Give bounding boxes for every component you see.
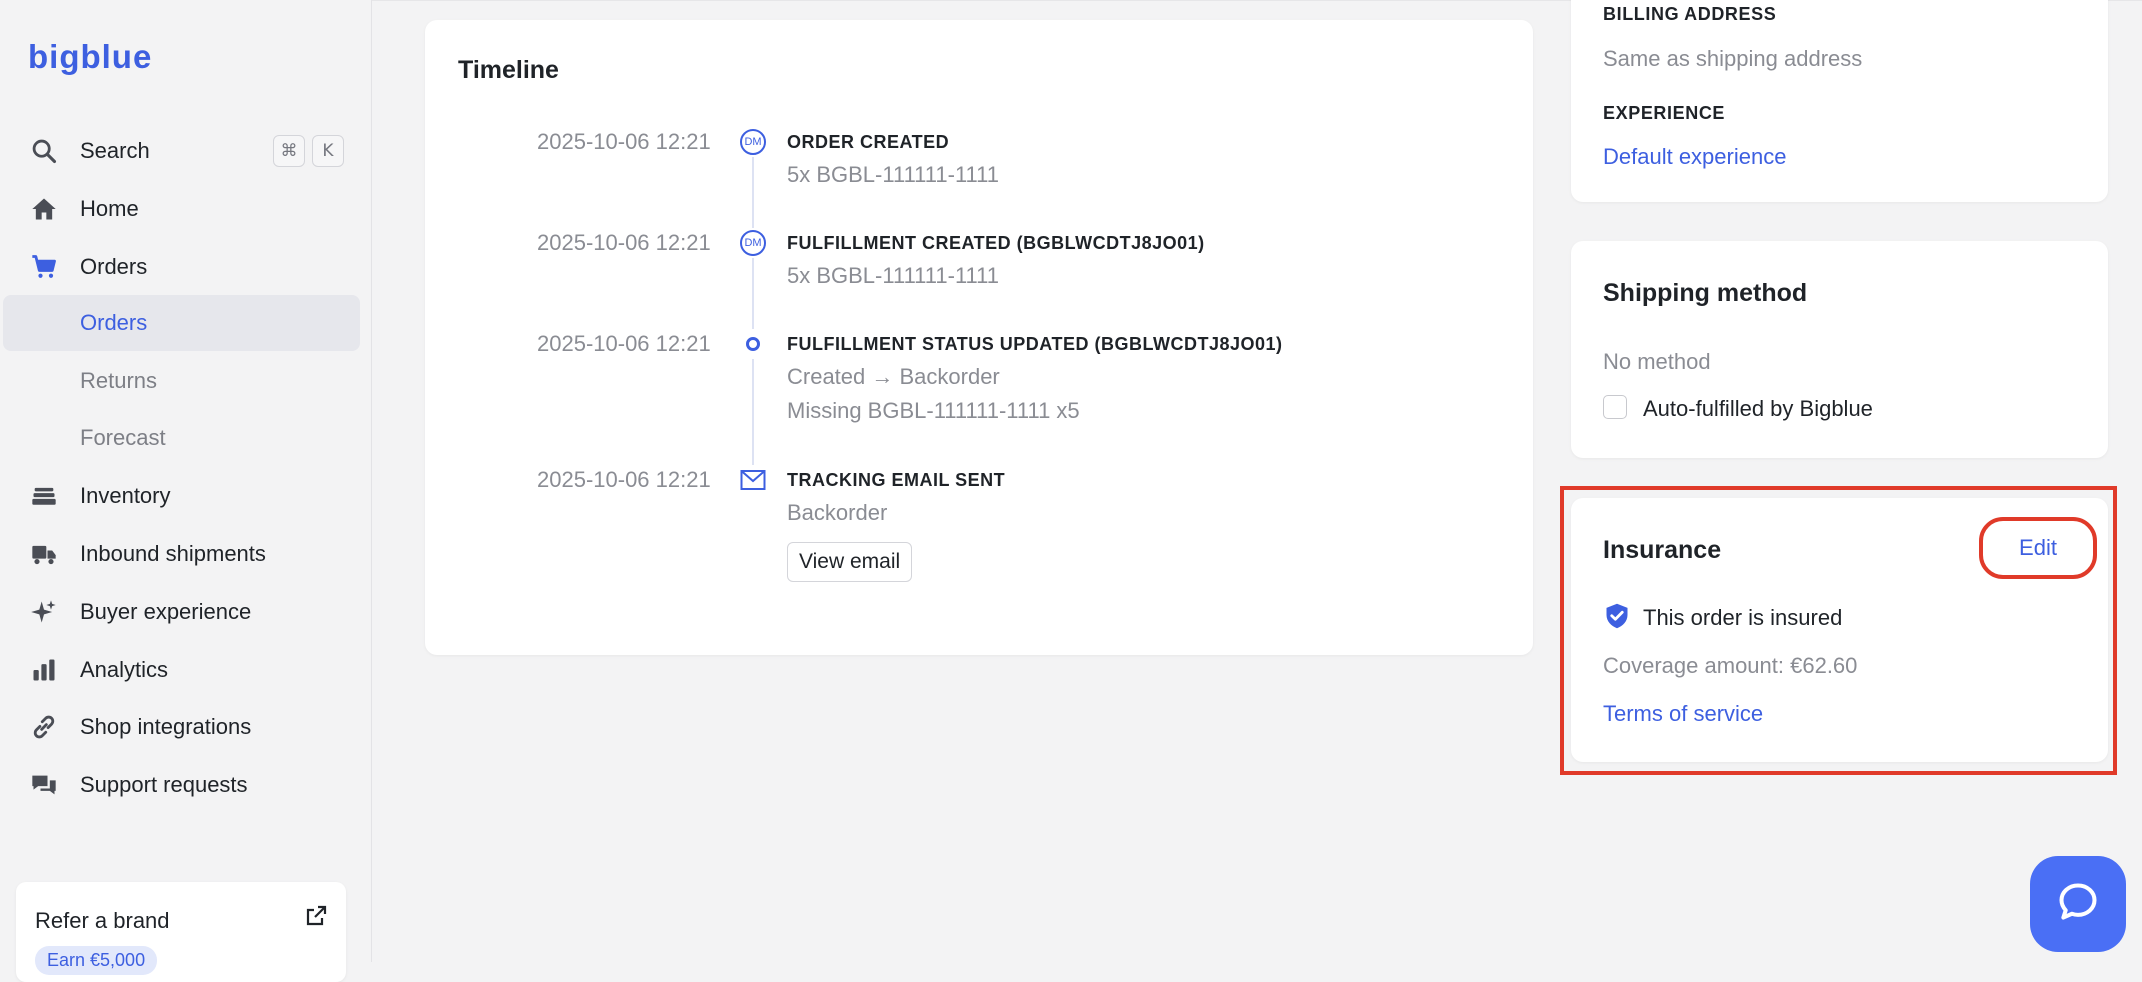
timeline-detail: Created → Backorder	[787, 364, 1000, 389]
refer-a-brand-card[interactable]: Refer a brand Earn €5,000	[16, 882, 346, 982]
shipping-method-card: Shipping method No method Auto-fulfilled…	[1571, 241, 2108, 458]
sidebar-item-label: Orders	[80, 254, 148, 279]
timeline-detail: 5x BGBL-111111-1111	[787, 162, 999, 187]
bar-chart-icon	[28, 654, 60, 686]
external-link-icon[interactable]	[304, 904, 328, 933]
timeline-heading: TRACKING EMAIL SENT	[787, 470, 1006, 490]
shortcut-k-key: K	[312, 135, 344, 167]
status-dot-marker	[738, 329, 768, 359]
default-experience-link[interactable]: Default experience	[1603, 144, 1786, 170]
support-chat-button[interactable]	[2030, 856, 2126, 952]
sidebar-item-label: Inbound shipments	[80, 541, 266, 566]
timeline-detail: Missing BGBL-111111-1111 x5	[787, 398, 1080, 423]
timeline-date: 2025-10-06 12:21	[537, 331, 711, 356]
sidebar-item-label: Home	[80, 196, 139, 221]
cart-icon	[28, 251, 60, 283]
bigblue-logo[interactable]: bigblue	[28, 38, 152, 76]
timeline-card: Timeline 2025-10-06 12:21 DM ORDER CREAT…	[425, 20, 1533, 655]
sparkle-icon	[28, 596, 60, 628]
sidebar-item-label: Shop integrations	[80, 714, 252, 739]
sidebar-item-label: Inventory	[80, 483, 171, 508]
chat-bubble-icon	[2056, 880, 2100, 929]
sidebar-item-buyer-experience[interactable]: Buyer experience	[3, 584, 360, 640]
user-avatar-marker: DM	[738, 228, 768, 258]
sidebar-item-search[interactable]: Search ⌘ K	[3, 123, 360, 179]
sidebar-subitem-forecast[interactable]: Forecast	[3, 410, 360, 466]
truck-icon	[28, 538, 60, 570]
mail-icon	[738, 465, 768, 495]
chat-bubbles-icon	[28, 769, 60, 801]
experience-label: EXPERIENCE	[1603, 103, 1726, 123]
timeline-title: Timeline	[458, 56, 559, 84]
sidebar-subitem-orders[interactable]: Orders	[3, 295, 360, 351]
sidebar-item-orders[interactable]: Orders	[3, 239, 360, 295]
shipping-method-title: Shipping method	[1603, 279, 1808, 307]
timeline-connector	[752, 152, 754, 482]
sidebar: bigblue Search ⌘ K Home Orders Orders Re…	[0, 0, 372, 982]
view-email-button[interactable]: View email	[787, 542, 913, 582]
sidebar-item-shop-integrations[interactable]: Shop integrations	[3, 699, 360, 755]
sidebar-item-label: Returns	[80, 368, 158, 393]
shortcut-cmd-key: ⌘	[273, 135, 305, 167]
user-avatar-marker: DM	[738, 127, 768, 157]
billing-card: BILLING ADDRESS Same as shipping address…	[1571, 0, 2108, 202]
link-icon	[28, 711, 60, 743]
refer-title: Refer a brand	[35, 908, 170, 933]
timeline-heading: ORDER CREATED	[787, 132, 950, 152]
home-icon	[28, 193, 60, 225]
sidebar-item-label: Analytics	[80, 657, 169, 682]
timeline-heading: FULFILLMENT STATUS UPDATED (BGBLWCDTJ8JO…	[787, 334, 1283, 354]
sidebar-item-label: Support requests	[80, 772, 248, 797]
sidebar-item-label: Orders	[80, 310, 148, 335]
timeline-date: 2025-10-06 12:21	[537, 230, 711, 255]
sidebar-item-support-requests[interactable]: Support requests	[3, 757, 360, 813]
sidebar-item-label: Forecast	[80, 425, 166, 450]
sidebar-item-analytics[interactable]: Analytics	[3, 642, 360, 698]
billing-address-value: Same as shipping address	[1603, 46, 1863, 71]
auto-fulfilled-label[interactable]: Auto-fulfilled by Bigblue	[1643, 396, 1873, 422]
insurance-edit-button[interactable]: Edit	[1979, 517, 2097, 579]
sidebar-item-label: Buyer experience	[80, 599, 252, 624]
billing-address-label: BILLING ADDRESS	[1603, 4, 1777, 24]
inventory-icon	[28, 480, 60, 512]
sidebar-item-home[interactable]: Home	[3, 181, 360, 237]
shipping-method-value: No method	[1603, 349, 1711, 374]
timeline-date: 2025-10-06 12:21	[537, 467, 711, 492]
auto-fulfilled-checkbox[interactable]	[1603, 395, 1627, 419]
earn-badge: Earn €5,000	[35, 946, 158, 975]
search-icon	[28, 135, 60, 167]
sidebar-item-inventory[interactable]: Inventory	[3, 468, 360, 524]
sidebar-item-label: Search	[80, 138, 150, 163]
timeline-detail: 5x BGBL-111111-1111	[787, 263, 999, 288]
sidebar-item-inbound-shipments[interactable]: Inbound shipments	[3, 526, 360, 582]
timeline-detail: Backorder	[787, 500, 888, 525]
timeline-heading: FULFILLMENT CREATED (BGBLWCDTJ8JO01)	[787, 233, 1205, 253]
timeline-date: 2025-10-06 12:21	[537, 129, 711, 154]
sidebar-subitem-returns[interactable]: Returns	[3, 353, 360, 409]
